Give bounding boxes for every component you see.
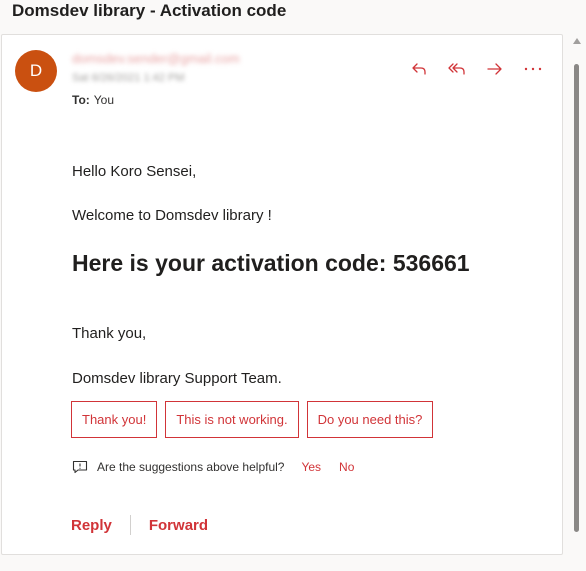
suggestion-feedback: Are the suggestions above helpful? Yes N… [72, 460, 354, 474]
greeting-text: Hello Koro Sensei, [72, 163, 197, 180]
forward-link[interactable]: Forward [149, 517, 208, 534]
feedback-icon [72, 460, 88, 474]
to-value[interactable]: You [94, 93, 114, 107]
signature-text: Domsdev library Support Team. [72, 370, 282, 387]
more-icon [524, 66, 542, 72]
thanks-text: Thank you, [72, 325, 147, 342]
suggested-replies: Thank you! This is not working. Do you n… [71, 401, 434, 438]
forward-icon [486, 62, 504, 76]
suggested-reply-button[interactable]: Do you need this? [306, 401, 434, 438]
activation-code-headline: Here is your activation code: 536661 [72, 250, 470, 276]
scroll-thumb[interactable] [574, 64, 579, 532]
suggested-reply-button[interactable]: This is not working. [165, 401, 299, 438]
more-actions-button[interactable] [514, 57, 552, 81]
message-actions [400, 57, 552, 81]
sender-avatar[interactable]: D [15, 50, 57, 92]
email-subject: Domsdev library - Activation code [12, 1, 287, 20]
reply-bar: Reply Forward [71, 515, 208, 535]
reply-divider [129, 515, 131, 535]
feedback-yes-link[interactable]: Yes [301, 460, 321, 474]
message-card: D domsdev.sender@gmail.com Sat 6/26/2021… [1, 34, 563, 555]
reply-button[interactable] [400, 57, 438, 81]
welcome-text: Welcome to Domsdev library ! [72, 207, 272, 224]
scroll-up-arrow-icon[interactable] [573, 38, 581, 44]
reply-all-icon [448, 62, 466, 76]
reply-link[interactable]: Reply [71, 517, 112, 534]
message-date: Sat 6/26/2021 1:42 PM [72, 72, 185, 84]
sender-address[interactable]: domsdev.sender@gmail.com [72, 51, 240, 66]
vertical-scrollbar[interactable] [570, 34, 584, 555]
reply-icon [411, 62, 427, 76]
reply-all-button[interactable] [438, 57, 476, 81]
forward-button[interactable] [476, 57, 514, 81]
recipient-line: To: You [72, 93, 114, 107]
feedback-question: Are the suggestions above helpful? [97, 460, 285, 474]
to-label: To: [72, 93, 90, 107]
suggested-reply-button[interactable]: Thank you! [71, 401, 158, 438]
feedback-no-link[interactable]: No [339, 460, 354, 474]
